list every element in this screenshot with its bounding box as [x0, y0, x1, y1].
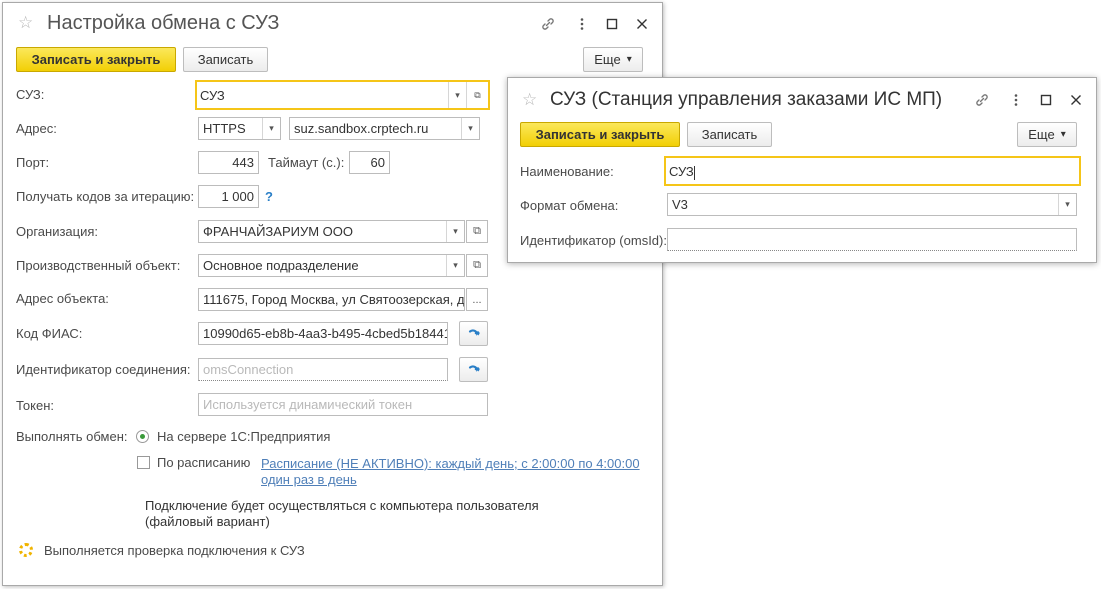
conn-label: Идентификатор соединения:: [16, 362, 191, 377]
oms-input[interactable]: [667, 228, 1077, 251]
address-label: Адрес:: [16, 121, 57, 136]
codes-input[interactable]: 1 000: [198, 185, 259, 208]
connection-note: Подключение будет осуществляться с компь…: [145, 498, 539, 530]
prod-label: Производственный объект:: [16, 258, 181, 273]
chevron-down-icon[interactable]: ▾: [1058, 194, 1076, 215]
link-icon[interactable]: [974, 92, 990, 108]
obj-addr-select-button[interactable]: ...: [466, 288, 488, 311]
oms-label: Идентификатор (omsId):: [520, 233, 667, 248]
format-value: V3: [672, 197, 688, 212]
refresh-arrow-icon: [468, 328, 480, 336]
spinner-icon: [19, 543, 33, 557]
name-label: Наименование:: [520, 164, 614, 179]
suz-label: СУЗ:: [16, 87, 45, 102]
port-input[interactable]: 443: [198, 151, 259, 174]
suz-value: СУЗ: [200, 88, 225, 103]
menu-dots-icon[interactable]: [1008, 92, 1024, 108]
star-icon[interactable]: ☆: [522, 90, 537, 110]
schedule-option-label[interactable]: По расписанию: [157, 455, 250, 470]
protocol-value: HTTPS: [203, 121, 246, 136]
close-icon[interactable]: [634, 16, 650, 32]
protocol-select[interactable]: HTTPS ▾: [198, 117, 281, 140]
more-button[interactable]: Еще: [583, 47, 643, 72]
chevron-down-icon[interactable]: ▾: [461, 118, 479, 139]
org-label: Организация:: [16, 224, 99, 239]
codes-label: Получать кодов за итерацию:: [16, 189, 195, 204]
note-line1: Подключение будет осуществляться с компь…: [145, 498, 539, 513]
chevron-down-icon[interactable]: ▾: [446, 255, 464, 276]
schedule-link-line2: один раз в день: [261, 472, 357, 487]
org-value: ФРАНЧАЙЗАРИУМ ООО: [203, 224, 353, 239]
format-label: Формат обмена:: [520, 198, 619, 213]
open-form-icon[interactable]: ⧉: [466, 254, 488, 277]
server-option-label[interactable]: На сервере 1С:Предприятия: [157, 429, 330, 444]
more-label: Еще: [594, 52, 621, 67]
suz-save-button[interactable]: Записать: [687, 122, 772, 147]
chevron-down-icon[interactable]: ▾: [262, 118, 280, 139]
name-value: СУЗ: [669, 164, 694, 179]
token-label: Токен:: [16, 398, 55, 413]
fias-refresh-button[interactable]: [459, 321, 488, 346]
menu-dots-icon[interactable]: [574, 16, 590, 32]
save-button[interactable]: Записать: [183, 47, 268, 72]
save-close-button[interactable]: Записать и закрыть: [16, 47, 176, 72]
token-input[interactable]: Используется динамический токен: [198, 393, 488, 416]
fias-input[interactable]: 10990d65-eb8b-4aa3-b495-4cbed5b18441: [198, 322, 448, 345]
conn-refresh-button[interactable]: [459, 357, 488, 382]
org-field[interactable]: ФРАНЧАЙЗАРИУМ ООО ▾: [198, 220, 465, 243]
server-radio[interactable]: [136, 430, 149, 443]
maximize-icon[interactable]: [1038, 92, 1054, 108]
schedule-link-line1: Расписание (НЕ АКТИВНО): каждый день; с …: [261, 456, 640, 471]
status-text: Выполняется проверка подключения к СУЗ: [44, 543, 305, 558]
schedule-link[interactable]: Расписание (НЕ АКТИВНО): каждый день; с …: [261, 456, 640, 488]
chevron-down-icon[interactable]: ▾: [446, 221, 464, 242]
window-title: Настройка обмена с СУЗ: [47, 12, 280, 34]
timeout-input[interactable]: 60: [349, 151, 390, 174]
timeout-label: Таймаут (с.):: [268, 155, 345, 170]
open-form-icon[interactable]: ⧉: [466, 220, 488, 243]
suz-window: ☆ СУЗ (Станция управления заказами ИС МП…: [507, 77, 1097, 263]
suz-field[interactable]: СУЗ ▾ ⧉: [195, 80, 490, 110]
exchange-label: Выполнять обмен:: [16, 429, 128, 444]
more-label: Еще: [1028, 127, 1055, 142]
suz-save-close-button[interactable]: Записать и закрыть: [520, 122, 680, 147]
prod-field[interactable]: Основное подразделение ▾: [198, 254, 465, 277]
close-icon[interactable]: [1068, 92, 1084, 108]
suz-more-button[interactable]: Еще: [1017, 122, 1077, 147]
obj-addr-input[interactable]: 111675, Город Москва, ул Святоозерская, …: [198, 288, 465, 311]
refresh-arrow-icon: [468, 364, 480, 372]
host-select[interactable]: suz.sandbox.crptech.ru ▾: [289, 117, 480, 140]
suz-dropdown-icon[interactable]: ▾: [448, 82, 466, 108]
link-icon[interactable]: [540, 16, 556, 32]
prod-value: Основное подразделение: [203, 258, 359, 273]
conn-input[interactable]: omsConnection: [198, 358, 448, 381]
schedule-checkbox[interactable]: [137, 456, 150, 469]
open-form-icon[interactable]: ⧉: [466, 82, 488, 108]
help-icon[interactable]: ?: [265, 189, 273, 204]
port-label: Порт:: [16, 155, 50, 170]
obj-addr-label: Адрес объекта:: [16, 291, 109, 306]
note-line2: (файловый вариант): [145, 514, 270, 529]
format-select[interactable]: V3 ▾: [667, 193, 1077, 216]
fias-label: Код ФИАС:: [16, 326, 83, 341]
star-icon[interactable]: ☆: [18, 13, 33, 33]
name-input[interactable]: СУЗ: [664, 156, 1081, 186]
maximize-icon[interactable]: [604, 16, 620, 32]
host-value: suz.sandbox.crptech.ru: [294, 121, 429, 136]
suz-window-title: СУЗ (Станция управления заказами ИС МП): [550, 89, 943, 110]
